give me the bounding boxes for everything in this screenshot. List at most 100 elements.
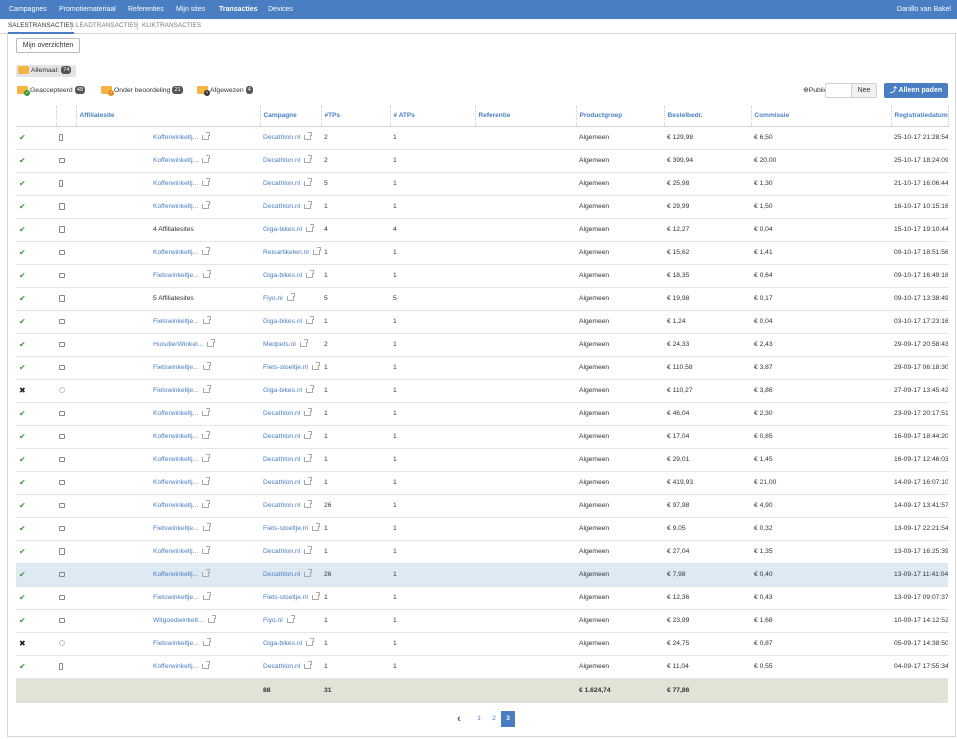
affiliatesite-cell[interactable]: Kofferwinkeltj... [150, 494, 261, 518]
table-row[interactable]: ✔ Kofferwinkeltj... Decathlon.nl 2 1 Algemeen… [16, 149, 949, 173]
campaign-cell[interactable]: Decathlon.nl [260, 425, 322, 449]
campaign-cell[interactable]: Medpets.nl [260, 333, 322, 357]
column-header-productgroep[interactable]: Productgroep [576, 106, 665, 127]
external-link-icon[interactable] [304, 453, 313, 462]
campaign-cell[interactable]: Decathlon.nl [260, 540, 322, 564]
column-header-registratiedatum[interactable]: Registratiedatum ▼ [891, 106, 949, 127]
table-row[interactable]: ✔ 4 Affiliatesites Giga-bikes.nl 4 4 Algemeen… [16, 218, 949, 242]
table-row[interactable]: ✖ Fietswinkeltje... Giga-bikes.nl 1 1 Algemee… [16, 632, 949, 656]
external-link-icon[interactable] [306, 315, 315, 324]
table-row[interactable]: ✔ Kofferwinkeltj... Reisartikelen.nl 1 1 Alge… [16, 241, 949, 265]
external-link-icon[interactable] [202, 430, 211, 439]
external-link-icon[interactable] [304, 200, 313, 209]
nav-item-transacties[interactable]: Transacties [219, 0, 258, 19]
nav-item-campagnes[interactable]: Campagnes [9, 0, 47, 19]
external-link-icon[interactable] [304, 660, 313, 669]
external-link-icon[interactable] [207, 614, 216, 623]
affiliatesite-cell[interactable]: Kofferwinkeltj... [150, 126, 261, 150]
campaign-cell[interactable]: Decathlon.nl [260, 402, 322, 426]
campaign-cell[interactable]: Giga-bikes.nl [260, 379, 322, 403]
external-link-icon[interactable] [306, 637, 315, 646]
external-link-icon[interactable] [202, 545, 211, 554]
column-header-referentie[interactable]: Referentie [475, 106, 577, 127]
campaign-cell[interactable]: Fiets-stoeltje.nl [260, 356, 322, 380]
table-row[interactable]: ✔ HuisdierWinkel... Medpets.nl 2 1 Algemeen € … [16, 333, 949, 357]
table-row[interactable]: ✔ Witgoedwinkelt... Fiyo.nl 1 1 Algemeen € 23,… [16, 609, 949, 633]
affiliatesite-cell[interactable]: Kofferwinkeltj... [150, 540, 261, 564]
campaign-cell[interactable]: Decathlon.nl [260, 195, 322, 219]
external-link-icon[interactable] [306, 223, 315, 232]
filter-accepted[interactable]: ✓ Geaccepteerd 49 [17, 85, 86, 97]
external-link-icon[interactable] [312, 361, 320, 370]
external-link-icon[interactable] [202, 476, 211, 485]
external-link-icon[interactable] [202, 200, 211, 209]
page-1-button[interactable]: 1 [472, 711, 486, 727]
external-link-icon[interactable] [202, 315, 211, 324]
affiliatesite-cell[interactable]: Kofferwinkeltj... [150, 402, 261, 426]
external-link-icon[interactable] [202, 637, 211, 646]
campaign-cell[interactable]: Decathlon.nl [260, 655, 322, 679]
campaign-cell[interactable]: Decathlon.nl [260, 494, 322, 518]
table-row[interactable]: ✔ 5 Affiliatesites Fiyo.nl 5 5 Algemeen € 19,9… [16, 287, 949, 311]
campaign-cell[interactable]: Giga-bikes.nl [260, 218, 322, 242]
table-row[interactable]: ✔ Kofferwinkeltj... Decathlon.nl 1 1 Algemeen… [16, 540, 949, 564]
previous-page-icon[interactable]: ‹ [453, 711, 465, 727]
affiliatesite-cell[interactable]: Kofferwinkeltj... [150, 195, 261, 219]
table-row[interactable]: ✔ Fietswinkeltje... Giga-bikes.nl 1 1 Algemee… [16, 264, 949, 288]
filter-rejected[interactable]: × Afgewezen 4 [197, 85, 253, 97]
table-row[interactable]: ✔ Kofferwinkeltj... Decathlon.nl 1 1 Algemeen… [16, 425, 949, 449]
external-link-icon[interactable] [304, 131, 313, 140]
external-link-icon[interactable] [304, 545, 313, 554]
column-header-commissie[interactable]: Commissie [751, 106, 892, 127]
column-header-affiliatesite[interactable]: Affiliatesite [76, 106, 261, 127]
affiliatesite-cell[interactable]: Fietswinkeltje... [150, 586, 261, 610]
affiliatesite-cell[interactable]: Kofferwinkeltj... [150, 563, 261, 587]
external-link-icon[interactable] [202, 453, 211, 462]
nav-item-referenties[interactable]: Referenties [128, 0, 164, 19]
table-row[interactable]: ✔ Fietswinkeltje... Fiets-stoeltje.nl 1 1 Alg… [16, 517, 949, 541]
external-link-icon[interactable] [202, 568, 211, 577]
affiliatesite-cell[interactable]: Kofferwinkeltj... [150, 149, 261, 173]
affiliatesite-cell[interactable]: Fietswinkeltje... [150, 517, 261, 541]
table-row[interactable]: ✔ Fietswinkeltje... Giga-bikes.nl 1 1 Algemee… [16, 310, 949, 334]
external-link-icon[interactable] [202, 246, 211, 255]
campaign-cell[interactable]: Fiets-stoeltje.nl [260, 586, 322, 610]
tab-leadtransacties[interactable]: LEADTRANSACTIES [76, 19, 138, 34]
public-mode-toggle[interactable]: Nee [825, 83, 877, 98]
affiliatesite-cell[interactable]: Fietswinkeltje... [150, 264, 261, 288]
external-link-icon[interactable] [304, 499, 313, 508]
affiliatesite-cell[interactable]: Fietswinkeltje... [150, 379, 261, 403]
external-link-icon[interactable] [207, 338, 216, 347]
affiliatesite-cell[interactable]: Kofferwinkeltj... [150, 471, 261, 495]
external-link-icon[interactable] [202, 269, 211, 278]
external-link-icon[interactable] [202, 154, 211, 163]
affiliatesite-cell[interactable]: Fietswinkeltje... [150, 310, 261, 334]
campaign-cell[interactable]: Decathlon.nl [260, 448, 322, 472]
affiliatesite-cell[interactable]: Kofferwinkeltj... [150, 425, 261, 449]
only-paths-button[interactable]: ⤴ Alleen paden [884, 83, 948, 98]
external-link-icon[interactable] [304, 407, 313, 416]
external-link-icon[interactable] [304, 476, 313, 485]
external-link-icon[interactable] [312, 591, 320, 600]
filter-review[interactable]: • Onder beoordeling 21 [101, 85, 183, 97]
table-row[interactable]: ✔ Kofferwinkeltj... Decathlon.nl 1 1 Algemeen… [16, 195, 949, 219]
table-row[interactable]: ✖ Fietswinkeltje... Giga-bikes.nl 1 1 Algemee… [16, 379, 949, 403]
table-row[interactable]: ✔ Kofferwinkeltj... Decathlon.nl 1 1 Algemeen… [16, 471, 949, 495]
table-row[interactable]: ✔ Kofferwinkeltj... Decathlon.nl 5 1 Algemeen… [16, 172, 949, 196]
external-link-icon[interactable] [304, 430, 313, 439]
external-link-icon[interactable] [202, 384, 211, 393]
table-row[interactable]: ✔ Fietswinkeltje... Fiets-stoeltje.nl 1 1 Alg… [16, 586, 949, 610]
affiliatesite-cell[interactable]: Witgoedwinkelt... [150, 609, 261, 633]
page-3-button[interactable]: 3 [501, 711, 515, 727]
affiliatesite-cell[interactable]: Kofferwinkeltj... [150, 655, 261, 679]
external-link-icon[interactable] [286, 292, 295, 301]
user-name[interactable]: Danillo van Bakel [897, 0, 951, 19]
campaign-cell[interactable]: Decathlon.nl [260, 126, 322, 150]
tab-salestransacties[interactable]: SALESTRANSACTIES [8, 19, 74, 34]
affiliatesite-cell[interactable]: Kofferwinkeltj... [150, 172, 261, 196]
external-link-icon[interactable] [304, 154, 313, 163]
campaign-cell[interactable]: Decathlon.nl [260, 172, 322, 196]
external-link-icon[interactable] [202, 522, 211, 531]
campaign-cell[interactable]: Fiyo.nl [260, 287, 322, 311]
affiliatesite-cell[interactable]: HuisdierWinkel... [150, 333, 261, 357]
